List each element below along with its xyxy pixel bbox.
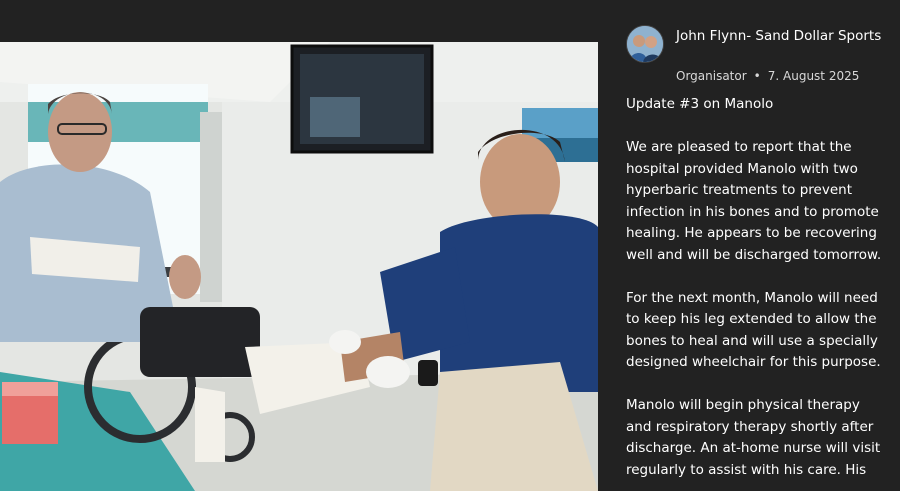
author-name[interactable]: John Flynn- Sand Dollar Sports xyxy=(676,26,891,46)
post-paragraph: For the next month, Manolo will need to … xyxy=(626,289,881,371)
hospital-scene-image xyxy=(0,42,598,491)
author-meta: Organisator • 7. August 2025 xyxy=(676,68,859,84)
post-title: Update #3 on Manolo xyxy=(626,96,774,112)
post-paragraph: Manolo will begin physical therapy and r… xyxy=(626,397,881,478)
post-date: 7. August 2025 xyxy=(767,69,860,83)
post-body: Update #3 on Manolo We are pleased to re… xyxy=(626,94,886,491)
post-paragraph: We are pleased to report that the hospit… xyxy=(626,139,882,263)
author-header: John Flynn- Sand Dollar Sports Organisat… xyxy=(626,25,896,89)
post-panel: John Flynn- Sand Dollar Sports Organisat… xyxy=(598,0,900,491)
author-avatar[interactable] xyxy=(626,25,664,63)
avatar-image-icon xyxy=(627,26,663,62)
meta-separator: • xyxy=(753,69,761,83)
update-photo[interactable] xyxy=(0,42,598,491)
author-role: Organisator xyxy=(676,69,747,83)
